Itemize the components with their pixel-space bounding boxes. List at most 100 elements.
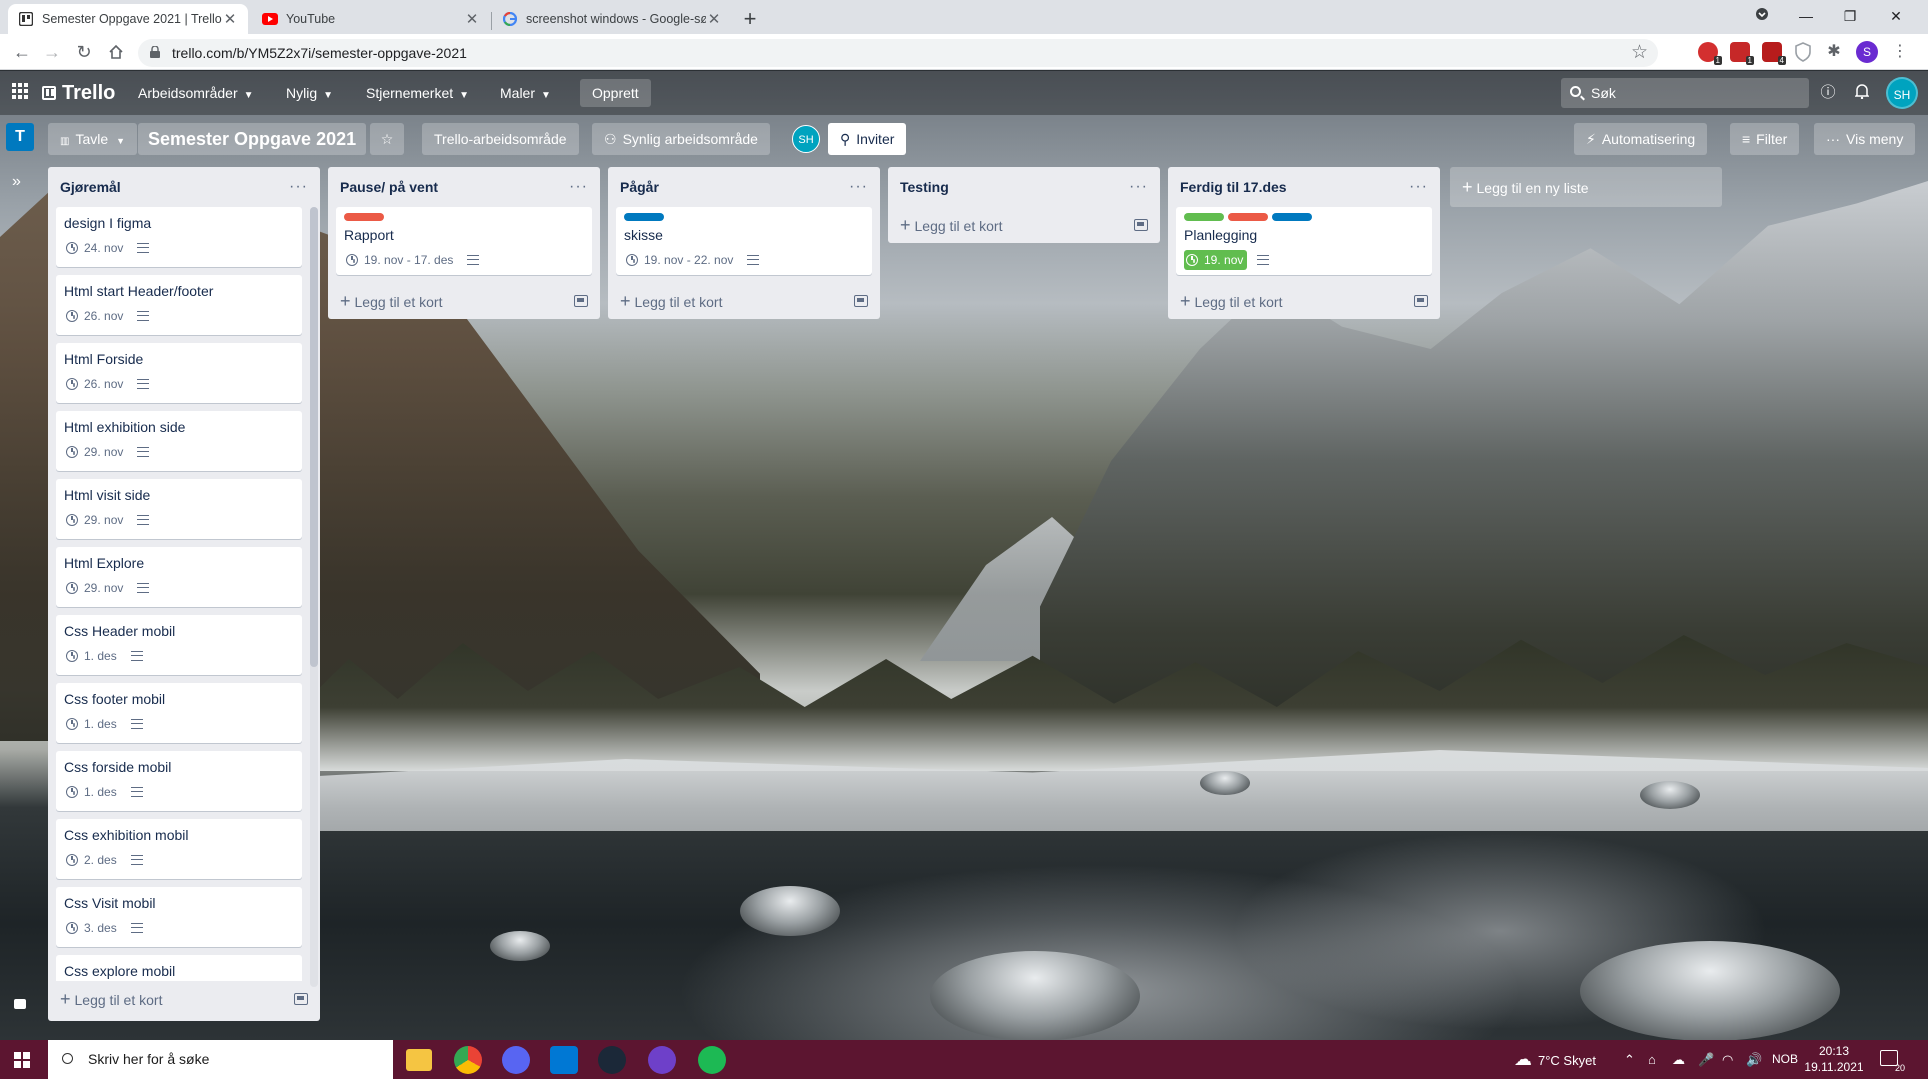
card[interactable]: Css Header mobil 1. des [56,615,302,675]
shield-icon[interactable] [1794,42,1814,62]
due-date-badge[interactable]: 19. nov - 17. des [344,250,457,270]
vscode-icon[interactable] [550,1046,578,1074]
tray-chevron-icon[interactable]: ⌃ [1624,1040,1635,1079]
add-card-button[interactable]: + Legg til et kort [48,981,320,1017]
star-board-icon[interactable]: ☆ [370,123,404,155]
list-menu-icon[interactable]: ··· [849,178,868,196]
card-label-blue[interactable] [1272,213,1312,221]
add-card-button[interactable]: + Legg til et kort [608,283,880,319]
board-title[interactable]: Semester Oppgave 2021 [138,123,367,155]
menu-starred[interactable]: Stjernemerket ▼ [358,79,477,107]
onedrive-icon[interactable]: ☁ [1672,1040,1685,1079]
card[interactable]: Planlegging 19. nov [1176,207,1432,275]
expand-sidebar-icon[interactable]: » [12,173,21,191]
github-desktop-icon[interactable] [648,1046,676,1074]
visibility-button[interactable]: ⚇ Synlig arbeidsområde [592,123,770,155]
due-date-badge[interactable]: 19. nov - 22. nov [624,250,737,270]
add-card-button[interactable]: + Legg til et kort [1168,283,1440,319]
due-date-badge[interactable]: 26. nov [64,374,127,394]
card[interactable]: skisse 19. nov - 22. nov [616,207,872,275]
bookmark-star-icon[interactable]: ☆ [1631,41,1648,64]
chrome-icon[interactable] [454,1046,482,1074]
show-menu-button[interactable]: ··· Vis meny [1814,123,1916,155]
list-title[interactable]: Ferdig til 17.des [1180,179,1287,195]
card[interactable]: Html Forside 26. nov [56,343,302,403]
steam-icon[interactable] [598,1046,626,1074]
trello-logo[interactable]: Trello [42,79,115,107]
due-date-badge[interactable]: 2. des [64,850,121,870]
wifi-icon[interactable]: ◠ [1722,1040,1733,1079]
due-date-badge[interactable]: 29. nov [64,578,127,598]
list-menu-icon[interactable]: ··· [569,178,588,196]
workspace-button[interactable]: Trello-arbeidsområde [422,123,579,155]
due-date-badge[interactable]: 1. des [64,782,121,802]
file-explorer-icon[interactable] [406,1049,432,1071]
adblock-extension-icon[interactable]: 1 [1730,42,1754,65]
invite-button[interactable]: ⚲ Inviter [828,123,907,155]
search-input[interactable]: Søk [1561,78,1809,108]
close-tab-icon[interactable]: ✕ [706,10,722,28]
card[interactable]: Css Visit mobil 3. des [56,887,302,947]
puzzle-extensions-icon[interactable]: ✱ [1824,42,1844,62]
card[interactable]: Css forside mobil 1. des [56,751,302,811]
card-label-red[interactable] [1228,213,1268,221]
card[interactable]: Html exhibition side 29. nov [56,411,302,471]
microphone-icon[interactable]: 🎤 [1698,1040,1714,1079]
language-indicator[interactable]: NOB [1772,1040,1798,1079]
board-view-switcher[interactable]: ▥ Tavle ▼ [48,123,138,155]
card[interactable]: Html visit side 29. nov [56,479,302,539]
list-menu-icon[interactable]: ··· [1409,178,1428,196]
member-avatar[interactable]: SH [1886,77,1918,109]
filter-button[interactable]: ≡ Filter [1730,123,1800,155]
notification-center-icon[interactable]: 20 [1880,1050,1905,1073]
due-date-badge[interactable]: 1. des [64,646,121,666]
profile-avatar[interactable]: S [1856,41,1878,63]
card-label-red[interactable] [344,213,384,221]
tab-google[interactable]: screenshot windows - Google-sø ✕ [492,4,732,34]
card[interactable]: Css footer mobil 1. des [56,683,302,743]
card-template-icon[interactable] [1414,295,1428,307]
due-date-badge[interactable]: 29. nov [64,510,127,530]
list-title[interactable]: Gjøremål [60,179,121,195]
automation-button[interactable]: ⚡ Automatisering [1574,123,1708,155]
tab-trello[interactable]: Semester Oppgave 2021 | Trello ✕ [8,4,248,34]
card[interactable]: Rapport 19. nov - 17. des [336,207,592,275]
due-date-badge[interactable]: 1. des [64,714,121,734]
menu-templates[interactable]: Maler ▼ [492,79,559,107]
home-icon[interactable] [104,40,128,64]
workspace-badge[interactable]: T [6,123,34,151]
card-template-icon[interactable] [294,993,308,1005]
close-tab-icon[interactable]: ✕ [464,10,480,28]
card[interactable]: Html start Header/footer 26. nov [56,275,302,335]
add-list-button[interactable]: + Legg til en ny liste [1450,167,1722,207]
due-date-badge[interactable]: 3. des [64,918,121,938]
discord-icon[interactable] [502,1046,530,1074]
card-template-icon[interactable] [854,295,868,307]
list-menu-icon[interactable]: ··· [1129,178,1148,196]
list-scrollbar[interactable] [310,207,318,987]
list-title[interactable]: Pågår [620,179,659,195]
minimize-icon[interactable]: — [1782,0,1830,34]
card[interactable]: Css exhibition mobil 2. des [56,819,302,879]
card-label-blue[interactable] [624,213,664,221]
chrome-menu-icon[interactable]: ⋮ [1890,42,1910,62]
due-date-badge[interactable]: 29. nov [64,442,127,462]
tab-search-icon[interactable] [1738,0,1786,34]
close-window-icon[interactable]: ✕ [1872,0,1920,34]
add-card-button[interactable]: + Legg til et kort [328,283,600,319]
taskbar-clock[interactable]: 20:13 19.11.2021 [1804,1043,1864,1075]
briefcase-icon[interactable] [14,999,26,1009]
maximize-icon[interactable]: ❐ [1826,0,1874,34]
card-template-icon[interactable] [1134,219,1148,231]
due-date-badge[interactable]: 24. nov [64,238,127,258]
address-bar[interactable]: trello.com/b/YM5Z2x7i/semester-oppgave-2… [138,39,1658,67]
weather-widget[interactable]: ☁ 7°C Skyet [1514,1040,1596,1079]
apps-grid-icon[interactable] [12,83,28,99]
due-date-badge[interactable]: 26. nov [64,306,127,326]
bell-icon[interactable] [1852,83,1872,103]
spotify-icon[interactable] [698,1046,726,1074]
list-menu-icon[interactable]: ··· [289,178,308,196]
board-member-avatar[interactable]: SH [792,125,820,153]
back-icon[interactable]: ← [10,40,34,64]
info-icon[interactable]: ⓘ [1818,83,1838,103]
